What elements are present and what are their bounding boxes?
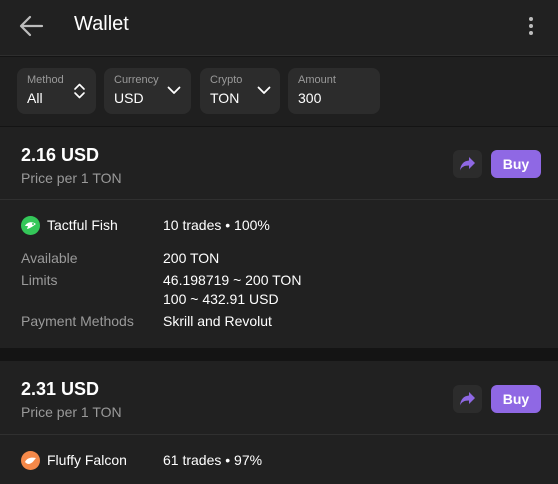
share-button[interactable]	[453, 150, 482, 178]
trader-stats: 61 trades • 97%	[163, 452, 263, 468]
crypto-filter[interactable]: Crypto TON	[200, 68, 280, 114]
offer-card: 2.31 USD Price per 1 TON Buy Fluffy Falc…	[0, 361, 558, 484]
app-header: Wallet	[0, 0, 558, 56]
method-filter-label: Method	[27, 74, 64, 86]
limits-fiat-value: 100 ~ 432.91 USD	[163, 291, 279, 307]
payment-methods-value: Skrill and Revolut	[163, 313, 272, 329]
amount-input-value[interactable]: 300	[298, 90, 321, 106]
trader-avatar	[21, 216, 40, 235]
card-divider	[0, 434, 558, 435]
payment-methods-label: Payment Methods	[21, 313, 134, 329]
filter-bar: Method All Currency USD Crypto TON Amoun…	[0, 57, 558, 126]
card-divider	[0, 199, 558, 200]
falcon-icon	[25, 457, 36, 464]
method-filter-value: All	[27, 90, 43, 106]
chevron-down-icon	[167, 86, 181, 94]
chevron-down-icon	[257, 86, 271, 94]
method-filter[interactable]: Method All	[17, 68, 96, 114]
share-arrow-icon	[460, 157, 475, 171]
offer-card: 2.16 USD Price per 1 TON Buy Tactful Fis…	[0, 127, 558, 348]
amount-input-label: Amount	[298, 74, 336, 86]
available-label: Available	[21, 250, 78, 266]
buy-button[interactable]: Buy	[491, 385, 541, 413]
share-button[interactable]	[453, 385, 482, 413]
trader-name[interactable]: Fluffy Falcon	[47, 452, 127, 468]
more-vertical-icon[interactable]	[520, 14, 542, 38]
offer-price: 2.31 USD	[21, 379, 100, 399]
limits-crypto-value: 46.198719 ~ 200 TON	[163, 272, 302, 288]
offer-price: 2.16 USD	[21, 145, 100, 165]
crypto-filter-value: TON	[210, 90, 240, 106]
crypto-filter-label: Crypto	[210, 74, 243, 86]
page-title: Wallet	[74, 13, 129, 35]
chevron-up-down-icon	[74, 83, 85, 99]
available-value: 200 TON	[163, 250, 220, 266]
currency-filter-label: Currency	[114, 74, 159, 86]
offer-price-subtitle: Price per 1 TON	[21, 170, 122, 186]
card-gap	[0, 348, 558, 361]
fish-icon	[25, 222, 36, 229]
trader-name[interactable]: Tactful Fish	[47, 217, 118, 233]
offer-price-subtitle: Price per 1 TON	[21, 404, 122, 420]
amount-input[interactable]: Amount 300	[288, 68, 380, 114]
trader-avatar	[21, 451, 40, 470]
share-arrow-icon	[460, 392, 475, 406]
trader-stats: 10 trades • 100%	[163, 217, 270, 233]
currency-filter[interactable]: Currency USD	[104, 68, 191, 114]
currency-filter-value: USD	[114, 90, 144, 106]
limits-label: Limits	[21, 272, 58, 288]
arrow-left-icon[interactable]	[18, 14, 44, 38]
buy-button[interactable]: Buy	[491, 150, 541, 178]
